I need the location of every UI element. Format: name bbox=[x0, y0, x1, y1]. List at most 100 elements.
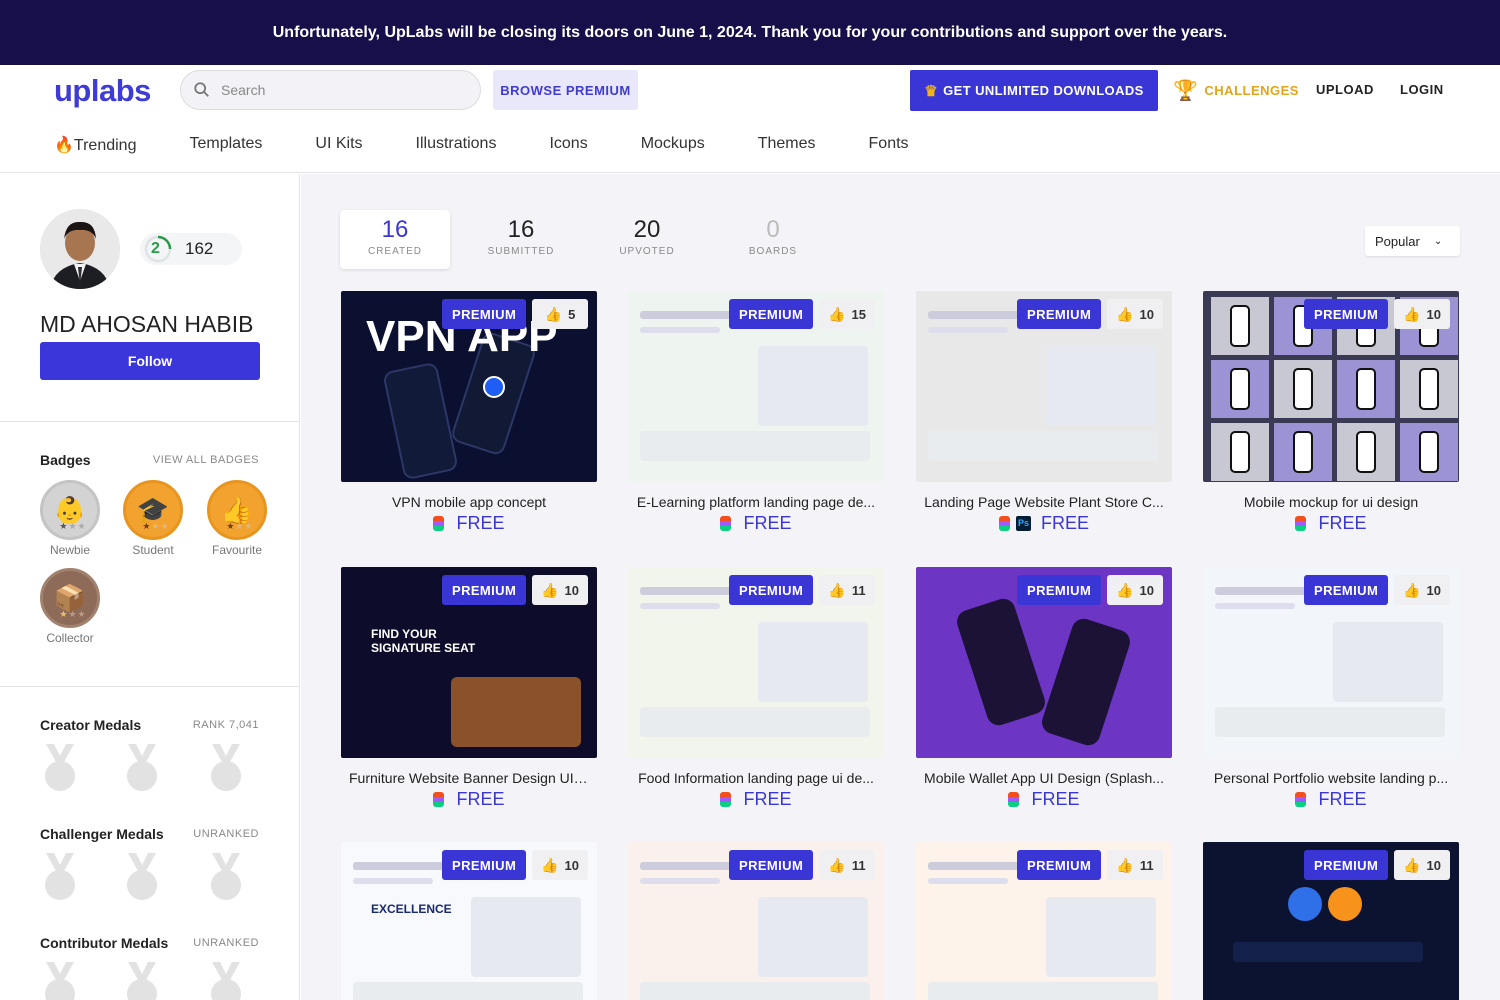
category-themes[interactable]: Themes bbox=[758, 135, 816, 155]
like-count: 10 bbox=[564, 582, 579, 598]
shot-thumbnail[interactable]: PREMIUM 👍 10 bbox=[916, 291, 1172, 482]
unlimited-label: GET UNLIMITED DOWNLOADS bbox=[943, 83, 1144, 98]
shot-title[interactable]: Mobile mockup for ui design bbox=[1203, 494, 1459, 510]
shot-thumbnail[interactable]: PREMIUM 👍 10 bbox=[1203, 842, 1459, 1000]
thumbnail-headline: EXCELLENCE bbox=[371, 902, 452, 916]
shot-title[interactable]: Mobile Wallet App UI Design (Splash... bbox=[916, 770, 1172, 786]
medal-icon bbox=[124, 853, 160, 903]
stat-boards-tab[interactable]: 0 BOARDS bbox=[718, 210, 828, 269]
thumbs-up-icon: 👍 bbox=[1403, 856, 1421, 873]
like-button[interactable]: 👍 10 bbox=[1394, 575, 1450, 605]
like-button[interactable]: 👍 10 bbox=[1107, 575, 1163, 605]
shot-thumbnail[interactable]: PREMIUM 👍 10 bbox=[1203, 567, 1459, 758]
shot-price-row: FREE bbox=[628, 513, 884, 534]
badge-newbie[interactable]: 👶 ★★★ Newbie bbox=[40, 480, 100, 557]
shot-title[interactable]: Personal Portfolio website landing p... bbox=[1203, 770, 1459, 786]
badge-label: Collector bbox=[46, 631, 94, 645]
stat-created-tab[interactable]: 16 CREATED bbox=[340, 210, 450, 269]
sort-select[interactable]: Popular ⌄ bbox=[1365, 226, 1460, 256]
like-count: 10 bbox=[1139, 582, 1154, 598]
shot-thumbnail[interactable]: PREMIUM 👍 10 bbox=[1203, 291, 1459, 482]
shot-card[interactable]: VPN APP PREMIUM 👍 5 VPN mobile app concept FR… bbox=[341, 291, 597, 534]
price-label: FREE bbox=[456, 789, 505, 809]
shot-thumbnail[interactable]: PREMIUM 👍 10 bbox=[916, 567, 1172, 758]
like-button[interactable]: 👍 11 bbox=[819, 575, 875, 605]
like-button[interactable]: 👍 10 bbox=[1394, 299, 1450, 329]
badge-label: Student bbox=[132, 543, 174, 557]
shot-title[interactable]: Furniture Website Banner Design UI ... bbox=[341, 770, 597, 786]
like-button[interactable]: 👍 5 bbox=[532, 299, 588, 329]
follow-button[interactable]: Follow bbox=[40, 342, 260, 380]
like-button[interactable]: 👍 10 bbox=[1107, 299, 1163, 329]
stat-value: 0 bbox=[766, 216, 780, 243]
like-button[interactable]: 👍 10 bbox=[1394, 850, 1450, 880]
shot-card[interactable]: PREMIUM 👍 15 E-Learning platform landing pa… bbox=[628, 291, 884, 534]
stat-upvoted-tab[interactable]: 20 UPVOTED bbox=[592, 210, 702, 269]
avatar[interactable] bbox=[40, 209, 120, 289]
thumbs-up-icon: 👍 ★★★ bbox=[207, 480, 267, 540]
uplabs-logo[interactable]: uplabs bbox=[54, 73, 151, 109]
category-illustrations[interactable]: Illustrations bbox=[416, 135, 497, 155]
shot-title[interactable]: Landing Page Website Plant Store C... bbox=[916, 494, 1172, 510]
challenges-label: CHALLENGES bbox=[1204, 83, 1299, 98]
like-button[interactable]: 👍 11 bbox=[819, 850, 875, 880]
like-button[interactable]: 👍 11 bbox=[1107, 850, 1163, 880]
shot-thumbnail[interactable]: PREMIUM 👍 15 bbox=[628, 291, 884, 482]
search-input[interactable] bbox=[221, 82, 461, 98]
category-fonts[interactable]: Fonts bbox=[869, 135, 909, 155]
shot-card[interactable]: PREMIUM 👍 10 Personal Portfolio website lan… bbox=[1203, 567, 1459, 810]
category-ui-kits[interactable]: UI Kits bbox=[315, 135, 362, 155]
shot-card[interactable]: FIND YOUR SIGNATURE SEAT PREMIUM 👍 10 Furnit… bbox=[341, 567, 597, 810]
premium-badge: PREMIUM bbox=[1017, 299, 1102, 329]
upload-link[interactable]: UPLOAD bbox=[1316, 82, 1374, 97]
browse-premium-button[interactable]: BROWSE PREMIUM bbox=[493, 70, 638, 110]
medal-icon bbox=[42, 962, 78, 1000]
badge-collector[interactable]: 📦 ★★★ Collector bbox=[40, 568, 100, 645]
stat-submitted-tab[interactable]: 16 SUBMITTED bbox=[466, 210, 576, 269]
premium-badge: PREMIUM bbox=[1304, 850, 1389, 880]
like-button[interactable]: 👍 15 bbox=[819, 299, 875, 329]
login-link[interactable]: LOGIN bbox=[1400, 82, 1444, 97]
category-templates[interactable]: Templates bbox=[189, 135, 262, 155]
shot-title[interactable]: Food Information landing page ui de... bbox=[628, 770, 884, 786]
shot-card[interactable]: PREMIUM 👍 10 Landing Page Website Plant Sto… bbox=[916, 291, 1172, 534]
badge-favourite[interactable]: 👍 ★★★ Favourite bbox=[207, 480, 267, 557]
get-unlimited-downloads-button[interactable]: ♛ GET UNLIMITED DOWNLOADS bbox=[910, 70, 1158, 111]
shot-card[interactable]: PREMIUM 👍 11 bbox=[916, 842, 1172, 1000]
figma-icon bbox=[433, 516, 445, 531]
shot-thumbnail[interactable]: PREMIUM 👍 11 bbox=[628, 567, 884, 758]
shot-thumbnail[interactable]: VPN APP PREMIUM 👍 5 bbox=[341, 291, 597, 482]
shot-thumbnail[interactable]: FIND YOUR SIGNATURE SEAT PREMIUM 👍 10 bbox=[341, 567, 597, 758]
contributor-rank: UNRANKED bbox=[193, 937, 259, 949]
category-icons[interactable]: Icons bbox=[549, 135, 587, 155]
shot-card[interactable]: PREMIUM 👍 10 bbox=[1203, 842, 1459, 1000]
challenges-link[interactable]: 🏆 CHALLENGES bbox=[1173, 78, 1299, 103]
shot-title[interactable]: E-Learning platform landing page de... bbox=[628, 494, 884, 510]
category-mockups[interactable]: Mockups bbox=[641, 135, 705, 155]
chevron-down-icon: ⌄ bbox=[1433, 235, 1443, 247]
thumbs-up-icon: 👍 bbox=[541, 856, 559, 873]
shot-card[interactable]: EXCELLENCE PREMIUM 👍 10 bbox=[341, 842, 597, 1000]
shot-card[interactable]: PREMIUM 👍 10 Mobile mockup for ui design FRE… bbox=[1203, 291, 1459, 534]
shot-thumbnail[interactable]: EXCELLENCE PREMIUM 👍 10 bbox=[341, 842, 597, 1000]
view-all-badges-link[interactable]: VIEW ALL BADGES bbox=[153, 454, 259, 466]
main-content: 16 CREATED 16 SUBMITTED 20 UPVOTED 0 BOA… bbox=[301, 174, 1500, 1000]
shot-price-row: Ps FREE bbox=[916, 513, 1172, 534]
shot-card[interactable]: PREMIUM 👍 10 Mobile Wallet App UI Design (S… bbox=[916, 567, 1172, 810]
thumbs-up-icon: 👍 bbox=[544, 305, 563, 322]
thumbs-up-icon: 👍 bbox=[1116, 305, 1134, 322]
shot-thumbnail[interactable]: PREMIUM 👍 11 bbox=[916, 842, 1172, 1000]
shot-thumbnail[interactable]: PREMIUM 👍 11 bbox=[628, 842, 884, 1000]
like-button[interactable]: 👍 10 bbox=[532, 850, 588, 880]
like-count: 11 bbox=[851, 857, 866, 873]
like-button[interactable]: 👍 10 bbox=[532, 575, 588, 605]
shot-card[interactable]: PREMIUM 👍 11 Food Information landing page … bbox=[628, 567, 884, 810]
shot-title[interactable]: VPN mobile app concept bbox=[341, 494, 597, 510]
medal-icon bbox=[42, 744, 78, 794]
category-trending[interactable]: 🔥Trending bbox=[54, 135, 136, 155]
badge-student[interactable]: 🎓 ★★★ Student bbox=[123, 480, 183, 557]
search-bar[interactable] bbox=[180, 70, 481, 110]
thumbs-up-icon: 👍 bbox=[828, 856, 846, 873]
divider bbox=[0, 686, 300, 687]
shot-card[interactable]: PREMIUM 👍 11 bbox=[628, 842, 884, 1000]
